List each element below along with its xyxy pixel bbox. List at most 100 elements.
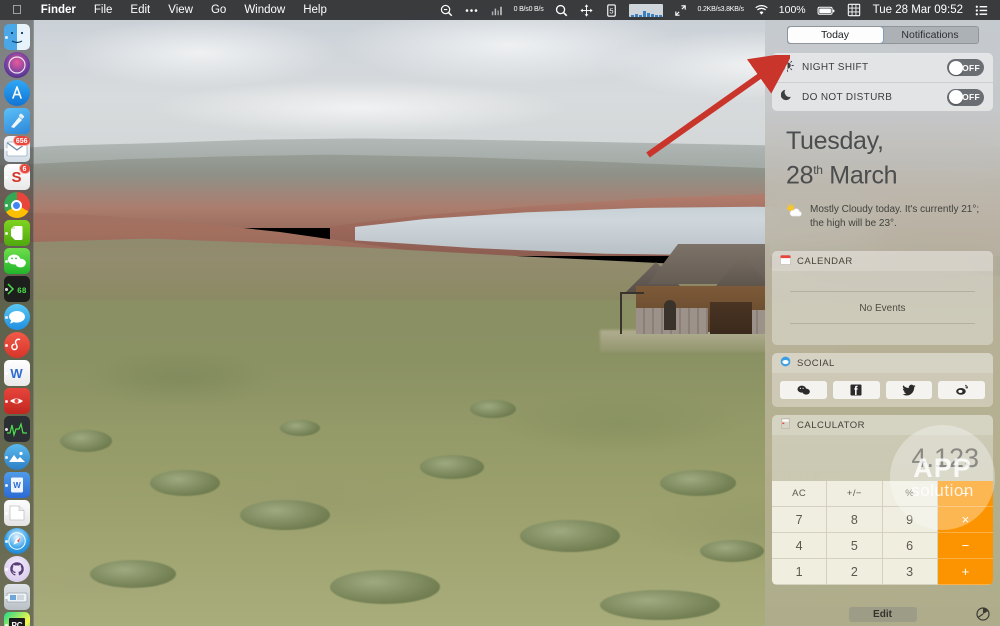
calc-key-4[interactable]: 4 [772,533,828,560]
calc-key-minus[interactable]: − [937,533,993,560]
menu-item-file[interactable]: File [85,0,122,20]
resize-arrows-icon[interactable] [668,0,693,20]
tab-notifications[interactable]: Notifications [883,27,978,43]
dock-item-evernote[interactable] [3,220,30,246]
svg-text:68: 68 [17,287,27,296]
input-method-icon[interactable] [842,0,866,20]
calc-key-6[interactable]: 6 [882,533,938,560]
social-widget-body [772,373,993,407]
calc-key-7[interactable]: 7 [772,507,828,534]
date-month: March [829,161,898,190]
dock-item-messages[interactable] [3,304,30,330]
bush [520,520,620,552]
calc-key-multiply[interactable]: × [937,507,993,534]
battery-percent-label[interactable]: 100% [774,0,811,20]
calculator-widget-header[interactable]: CALCULATOR [772,415,993,436]
menu-bar-clock[interactable]: Tue 28 Mar 09:52 [866,0,970,20]
menu-item-help[interactable]: Help [294,0,336,20]
menu-item-view[interactable]: View [159,0,202,20]
svg-text:PC: PC [11,621,22,626]
magnifier-plus-icon[interactable] [434,0,459,20]
dock-item-github-desktop[interactable] [3,556,30,582]
calc-key-percent[interactable]: % [882,481,938,508]
dock-item-pages[interactable] [3,500,30,526]
dock-item-wps-word[interactable]: W [3,472,30,498]
calendar-widget: CALENDAR No Events [772,251,993,346]
toggle-knob [948,60,963,75]
bush [330,570,440,604]
calculator-icon [780,418,791,432]
dock-item-xcode[interactable] [3,108,30,134]
spotlight-search-icon[interactable] [549,0,574,20]
calc-key-plus[interactable]: + [937,559,993,586]
weibo-share-icon[interactable] [938,381,985,400]
dock-item-chrome[interactable] [3,192,30,218]
calc-key-2[interactable]: 2 [827,559,883,586]
calendar-widget-header[interactable]: CALENDAR [772,251,993,272]
bush [90,560,176,588]
calc-key-ac[interactable]: AC [772,481,828,508]
wechat-share-icon[interactable] [780,381,827,400]
apple-logo-icon[interactable]:  [6,1,32,19]
weather-text: Mostly Cloudy today. It's currently 21°;… [810,204,980,230]
bush [470,400,516,418]
dock-item-netease-music[interactable] [3,332,30,358]
bush [280,420,320,436]
clipboard-icon[interactable]: 5 [599,0,624,20]
calc-key-1[interactable]: 1 [772,559,828,586]
dock-item-safari[interactable] [3,528,30,554]
dock-item-safari-preview[interactable] [3,52,30,78]
menu-item-go[interactable]: Go [202,0,235,20]
edit-button[interactable]: Edit [848,606,917,622]
night-shift-row[interactable]: NIGHT SHIFT OFF [772,53,993,82]
menu-item-edit[interactable]: Edit [121,0,159,20]
signal-bars-icon[interactable] [484,0,509,20]
tab-today[interactable]: Today [787,27,883,43]
battery-icon[interactable] [811,0,842,20]
quick-toggles-card: NIGHT SHIFT OFF DO NOT DISTURB OFF [772,53,993,111]
dock-item-pdf-reader[interactable] [3,388,30,414]
dock-item-sogou[interactable]: S 6 [3,164,30,190]
overflow-dots-icon[interactable] [459,0,484,20]
night-shift-toggle[interactable]: OFF [947,59,984,76]
calc-key-sign[interactable]: +/− [827,481,883,508]
do-not-disturb-row[interactable]: DO NOT DISTURB OFF [772,82,993,111]
calc-key-divide[interactable]: ÷ [937,481,993,508]
notification-center-icon[interactable] [970,0,996,20]
pie-settings-icon[interactable] [976,607,990,626]
do-not-disturb-toggle[interactable]: OFF [947,88,984,106]
dock-item-terminal-green[interactable]: 68 [3,276,30,302]
dock-item-mail[interactable]: 656 [3,136,30,162]
network-down-value: 0 B/s [528,5,544,13]
network-speed-indicator[interactable]: 0 B/s 0 B/s [509,0,549,20]
menu-item-finder[interactable]: Finder [32,0,85,20]
menu-bar-left:  Finder File Edit View Go Window Help [0,0,336,20]
wifi-icon[interactable] [749,0,774,20]
dock-item-pycharm[interactable]: PC [3,612,30,626]
night-shift-icon [781,58,794,77]
bush [600,590,720,620]
network-up-value: 0 B/s [513,5,529,13]
dock-item-photos[interactable] [3,444,30,470]
dock-item-wechat[interactable] [3,248,30,274]
network-activity-graph[interactable] [624,0,668,20]
calc-key-3[interactable]: 3 [882,559,938,586]
night-shift-label: NIGHT SHIFT [802,62,869,73]
social-widget-header[interactable]: SOCIAL [772,353,993,374]
facebook-share-icon[interactable] [832,381,880,400]
dock-item-image-capture[interactable] [3,584,30,610]
calc-key-9[interactable]: 9 [882,507,938,534]
dock-item-app-store[interactable] [3,80,30,106]
traffic-speed-indicator[interactable]: 0.2KB/s 3.8KB/s [693,0,749,20]
dock-item-wps-writer[interactable]: W [3,360,30,386]
notification-center-body: NIGHT SHIFT OFF DO NOT DISTURB OFF Tuesd… [765,44,1000,602]
dock-item-finder[interactable] [3,24,30,50]
calendar-empty-text: No Events [859,302,906,314]
twitter-share-icon[interactable] [885,381,933,400]
calc-key-5[interactable]: 5 [827,533,883,560]
move-tool-icon[interactable] [574,0,599,20]
menu-item-window[interactable]: Window [235,0,294,20]
dock: 656 S 6 68 W W PC [0,20,34,626]
calc-key-8[interactable]: 8 [827,507,883,534]
dock-item-activity-monitor[interactable] [3,416,30,442]
